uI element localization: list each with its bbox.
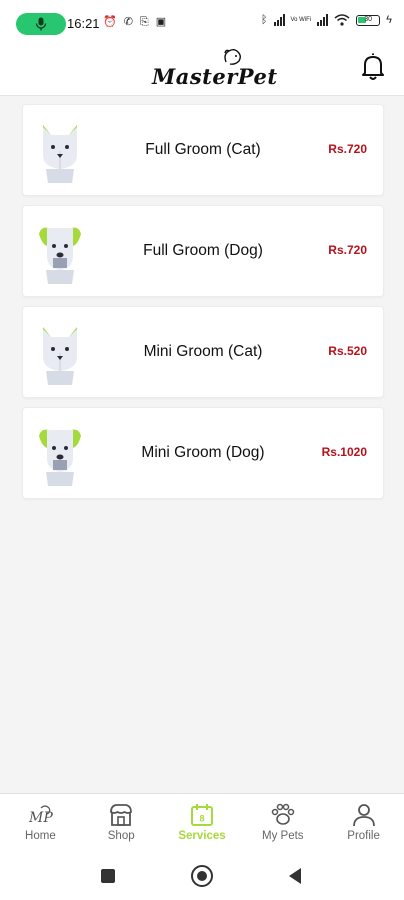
service-price: Rs.520 bbox=[328, 344, 367, 358]
status-bar: 16:21 ⏰ ✆ ⎘ ▣ ᛒ Vo WiFi 30 ϟ bbox=[0, 0, 404, 46]
nav-services[interactable]: 8 Services bbox=[162, 794, 243, 851]
services-list: Full Groom (Cat) Rs.720 Full Groom (Dog)… bbox=[22, 104, 384, 508]
service-card[interactable]: Full Groom (Dog) Rs.720 bbox=[22, 205, 384, 297]
bluetooth-icon: ᛒ bbox=[260, 14, 268, 26]
volte-wifi-icon: Vo WiFi bbox=[290, 17, 312, 23]
services-calendar-icon: 8 bbox=[190, 804, 213, 826]
notification-bell-icon[interactable] bbox=[360, 52, 386, 82]
service-card[interactable]: Mini Groom (Dog) Rs.1020 bbox=[22, 407, 384, 499]
service-price: Rs.1020 bbox=[321, 445, 367, 459]
nav-home[interactable]: MP Home bbox=[0, 794, 81, 851]
dog-icon bbox=[39, 429, 81, 486]
sim-icon: ⎘ bbox=[139, 16, 149, 28]
service-name: Mini Groom (Dog) bbox=[141, 444, 265, 461]
mic-active-indicator[interactable] bbox=[16, 13, 66, 35]
wifi-icon bbox=[334, 14, 350, 26]
phone-icon: ✆ bbox=[123, 16, 133, 28]
back-icon[interactable] bbox=[289, 868, 301, 884]
app-header: MasterPet bbox=[0, 46, 404, 96]
bottom-navigation: MP Home Shop 8 Services My Pets Profile bbox=[0, 793, 404, 851]
masterpet-logo[interactable]: MasterPet bbox=[152, 49, 277, 92]
home-button-icon[interactable] bbox=[191, 865, 213, 887]
cat-icon bbox=[43, 125, 77, 183]
nav-shop-label: Shop bbox=[107, 830, 135, 842]
nav-profile-label: Profile bbox=[347, 830, 380, 842]
service-price: Rs.720 bbox=[328, 243, 367, 257]
service-price: Rs.720 bbox=[328, 142, 367, 156]
dog-icon bbox=[39, 227, 81, 284]
signal-2-icon bbox=[317, 14, 329, 26]
cat-icon bbox=[43, 327, 77, 385]
service-name: Mini Groom (Cat) bbox=[143, 343, 263, 360]
nav-services-label: Services bbox=[178, 830, 226, 842]
home-logo-icon: MP bbox=[28, 805, 53, 826]
service-card[interactable]: Full Groom (Cat) Rs.720 bbox=[22, 104, 384, 196]
shop-icon bbox=[110, 804, 133, 826]
user-icon bbox=[352, 804, 375, 827]
lock-icon: ▣ bbox=[155, 16, 167, 28]
charging-icon: ϟ bbox=[386, 14, 392, 26]
recent-apps-icon[interactable] bbox=[101, 869, 115, 883]
dog-head-logo-icon bbox=[224, 49, 241, 65]
service-name: Full Groom (Dog) bbox=[143, 242, 263, 259]
logo-text: MasterPet bbox=[152, 64, 278, 89]
status-time: 16:21 bbox=[67, 16, 100, 31]
service-card[interactable]: Mini Groom (Cat) Rs.520 bbox=[22, 306, 384, 398]
status-notification-icons: ⏰ ✆ ⎘ ▣ bbox=[103, 15, 166, 29]
battery-icon: 30 bbox=[356, 14, 381, 26]
nav-my-pets[interactable]: My Pets bbox=[242, 794, 323, 851]
paw-icon bbox=[271, 803, 295, 825]
nav-profile[interactable]: Profile bbox=[323, 794, 404, 851]
nav-shop[interactable]: Shop bbox=[81, 794, 162, 851]
service-name: Full Groom (Cat) bbox=[145, 141, 261, 158]
microphone-icon bbox=[35, 17, 47, 31]
nav-my-pets-label: My Pets bbox=[262, 830, 304, 842]
signal-1-icon bbox=[273, 14, 285, 26]
nav-home-label: Home bbox=[25, 830, 56, 842]
alarm-icon: ⏰ bbox=[103, 16, 117, 28]
svg-text:8: 8 bbox=[199, 814, 204, 824]
status-system-icons: ᛒ Vo WiFi 30 ϟ bbox=[261, 14, 392, 26]
system-navigation-bar bbox=[0, 851, 404, 900]
